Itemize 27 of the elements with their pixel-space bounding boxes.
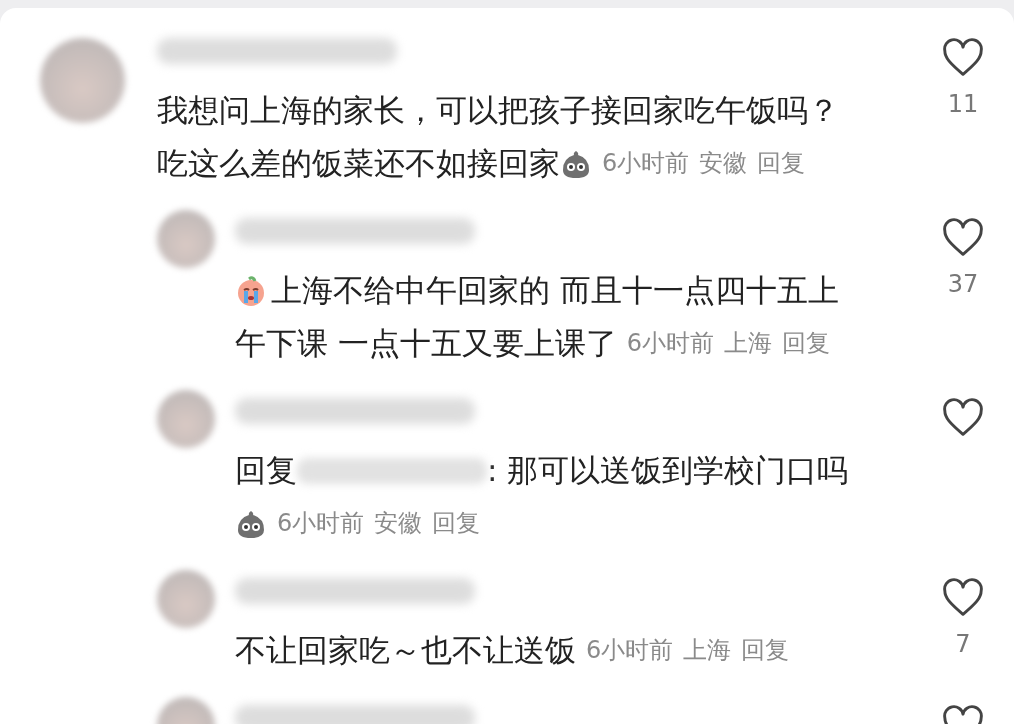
reply-link[interactable]: 回复 <box>432 497 481 550</box>
comment-location: 安徽 <box>699 148 748 179</box>
comment-location: 安徽 <box>374 508 423 539</box>
reply-link[interactable]: 回复 <box>741 624 790 677</box>
reply-link[interactable]: 回复 <box>782 317 831 370</box>
heart-icon[interactable] <box>941 218 985 258</box>
comment-text: 上海不给中午回家的 而且十一点四十五上 <box>271 271 839 310</box>
crying-face-icon <box>235 274 267 307</box>
heart-icon[interactable] <box>941 38 985 78</box>
like-count: 7 <box>955 630 971 658</box>
comment-text: 我想问上海的家长，可以把孩子接回家吃午饭吗？ <box>157 91 839 130</box>
comment-time: 6小时前 <box>602 148 690 179</box>
like-count: 11 <box>947 90 979 118</box>
comment-location: 上海 <box>683 635 732 666</box>
comment-text: 午下课 一点十五又要上课了 <box>235 324 617 363</box>
comment-time: 6小时前 <box>586 635 674 666</box>
comment-location: 上海 <box>724 328 773 359</box>
heart-icon[interactable] <box>941 398 985 438</box>
comment-text: 不让回家吃～也不让送饭 <box>235 631 576 670</box>
heart-icon[interactable] <box>941 578 985 618</box>
like-count: 37 <box>947 270 979 298</box>
comment-text: 吃这么差的饭菜还不如接回家 <box>157 144 560 183</box>
reply-link[interactable]: 回复 <box>757 137 806 190</box>
comment-time: 6小时前 <box>626 328 715 359</box>
comment-time: 6小时前 <box>277 508 365 539</box>
comment-text: : 那可以送饭到学校门口吗 <box>487 451 849 490</box>
comment-text: 回复 <box>235 451 297 490</box>
